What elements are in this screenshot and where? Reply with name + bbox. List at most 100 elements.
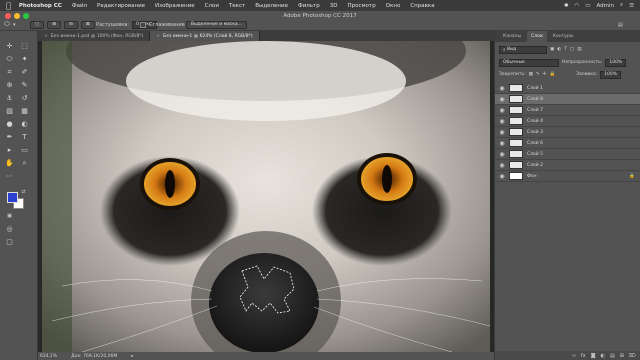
crop-tool-icon[interactable]: ⌗: [4, 67, 15, 77]
filter-type-icon[interactable]: T: [564, 47, 567, 52]
tab-document-2[interactable]: × Без имени-1 @ 624% (Слой 8, RGB/8*): [150, 31, 260, 41]
eye-icon[interactable]: ◉: [495, 140, 509, 147]
document-canvas[interactable]: [38, 41, 494, 352]
layer-filter-select[interactable]: ⌕ Вид: [499, 45, 547, 54]
rectangle-tool-icon[interactable]: ▭: [19, 145, 30, 155]
layer-row[interactable]: ◉ Слой 8: [495, 94, 640, 105]
workspace-icon[interactable]: ▤: [618, 22, 623, 28]
lock-all-icon[interactable]: 🔒: [549, 72, 555, 77]
search-icon[interactable]: ⌕: [620, 2, 623, 9]
link-layers-icon[interactable]: ∞: [572, 353, 576, 359]
screen-mode-icon[interactable]: ▢: [4, 237, 15, 247]
default-colors-icon[interactable]: ▣: [4, 211, 15, 221]
lock-paint-icon[interactable]: ✎: [536, 72, 540, 77]
document-size[interactable]: Док: 769,1K/20,06M: [71, 354, 117, 359]
bluetooth-icon[interactable]: ✱: [564, 3, 569, 9]
eye-icon[interactable]: ◉: [495, 85, 509, 92]
menu-3d[interactable]: 3D: [330, 3, 338, 9]
menu-select[interactable]: Выделение: [255, 3, 288, 9]
type-tool-icon[interactable]: T: [19, 132, 30, 142]
brush-tool-icon[interactable]: ✎: [19, 80, 30, 90]
tab-document-1[interactable]: × Без имени-1.psd @ 100% (Фон, RGB/8*): [38, 31, 151, 41]
antialias-control[interactable]: Сглаживание: [140, 20, 185, 29]
layer-row[interactable]: ◉ Слой 1: [495, 83, 640, 94]
eye-icon[interactable]: ◉: [495, 151, 509, 158]
close-tab-icon[interactable]: ×: [44, 34, 48, 39]
new-layer-icon[interactable]: ⊞: [620, 353, 624, 359]
hand-tool-icon[interactable]: ✋: [4, 158, 15, 168]
eye-icon[interactable]: ◉: [495, 96, 509, 103]
wifi-icon[interactable]: ◠: [574, 3, 579, 9]
lasso-tool-icon[interactable]: ⬭: [4, 54, 15, 64]
intersect-selection-button[interactable]: ⊠: [80, 20, 95, 29]
tab-paths[interactable]: Контуры: [549, 31, 578, 42]
add-mask-icon[interactable]: ◙: [591, 353, 596, 359]
path-selection-tool-icon[interactable]: ▸: [4, 145, 15, 155]
add-selection-button[interactable]: ⊞: [47, 20, 62, 29]
more-tools-icon[interactable]: ⋯: [4, 171, 15, 181]
app-menu[interactable]: Photoshop CC: [19, 3, 62, 9]
menu-image[interactable]: Изображение: [155, 3, 195, 9]
layer-row[interactable]: ◉ Слой 7: [495, 105, 640, 116]
layer-row[interactable]: ◉ Слой 6: [495, 138, 640, 149]
pen-tool-icon[interactable]: ✒: [4, 132, 15, 142]
layer-row[interactable]: ◉ Слой 4: [495, 116, 640, 127]
menu-type[interactable]: Текст: [229, 3, 245, 9]
eye-icon[interactable]: ◉: [495, 118, 509, 125]
eye-icon[interactable]: ◉: [495, 162, 509, 169]
layer-row[interactable]: ◉ Слой 2: [495, 160, 640, 171]
battery-icon[interactable]: ▭: [585, 3, 590, 9]
fill-input[interactable]: 100%: [600, 70, 622, 79]
menu-filter[interactable]: Фильтр: [298, 3, 320, 9]
menu-edit[interactable]: Редактирование: [97, 3, 145, 9]
tab-layers[interactable]: Слои: [527, 31, 547, 42]
marquee-tool-icon[interactable]: ⬚: [19, 41, 30, 51]
menu-list-icon[interactable]: ☰: [629, 3, 634, 9]
tool-preset-picker[interactable]: ⬭ ▾: [4, 20, 16, 29]
new-group-icon[interactable]: ▤: [610, 353, 615, 359]
select-and-mask-button[interactable]: Выделение и маска...: [186, 20, 247, 29]
user-name[interactable]: Admin: [596, 3, 614, 9]
menu-layers[interactable]: Слои: [205, 3, 219, 9]
foreground-color-swatch[interactable]: [7, 192, 18, 203]
dodge-tool-icon[interactable]: ◐: [19, 119, 30, 129]
menu-file[interactable]: Файл: [72, 3, 87, 9]
close-tab-icon[interactable]: ×: [156, 34, 160, 39]
antialias-checkbox[interactable]: [140, 21, 146, 28]
fx-icon[interactable]: fx: [581, 353, 586, 359]
menu-view[interactable]: Просмотр: [347, 3, 375, 9]
eye-icon[interactable]: ◉: [495, 129, 509, 136]
eye-icon[interactable]: ◉: [495, 173, 509, 180]
apple-menu-icon[interactable]: : [6, 1, 11, 10]
swap-colors-icon[interactable]: ⇄: [18, 187, 29, 197]
history-brush-tool-icon[interactable]: ↺: [19, 93, 30, 103]
lock-pixels-icon[interactable]: ▦: [529, 72, 533, 77]
adjustment-layer-icon[interactable]: ◐: [601, 353, 605, 359]
trash-icon[interactable]: ⌦: [629, 353, 636, 359]
clone-stamp-tool-icon[interactable]: ⚓: [4, 93, 15, 103]
layer-row[interactable]: ◉ Слой 3: [495, 127, 640, 138]
zoom-level[interactable]: 624,1%: [40, 354, 57, 359]
new-selection-button[interactable]: ▢: [30, 20, 45, 29]
layer-row[interactable]: ◉ Фон 🔒: [495, 171, 640, 182]
quick-mask-icon[interactable]: ◎: [4, 224, 15, 234]
healing-brush-tool-icon[interactable]: ⊕: [4, 80, 15, 90]
eraser-tool-icon[interactable]: ▧: [4, 106, 15, 116]
opacity-input[interactable]: 100%: [605, 58, 627, 67]
menu-help[interactable]: Справка: [410, 3, 434, 9]
blur-tool-icon[interactable]: ●: [4, 119, 15, 129]
gradient-tool-icon[interactable]: ▦: [19, 106, 30, 116]
filter-shape-icon[interactable]: ▢: [570, 47, 574, 52]
blend-mode-select[interactable]: Обычные: [499, 58, 559, 67]
magic-wand-tool-icon[interactable]: ✦: [19, 54, 30, 64]
filter-smart-icon[interactable]: ▤: [577, 47, 581, 52]
menu-window[interactable]: Окно: [386, 3, 401, 9]
filter-pixel-icon[interactable]: ▣: [550, 47, 554, 52]
filter-adjust-icon[interactable]: ◐: [557, 47, 561, 52]
zoom-tool-icon[interactable]: ⌕: [19, 158, 30, 168]
eyedropper-tool-icon[interactable]: ✐: [19, 67, 30, 77]
status-arrow-icon[interactable]: ▸: [131, 354, 133, 359]
lock-position-icon[interactable]: ✛: [543, 72, 547, 77]
tab-channels[interactable]: Каналы: [499, 31, 525, 42]
move-tool-icon[interactable]: ✛: [4, 41, 15, 51]
